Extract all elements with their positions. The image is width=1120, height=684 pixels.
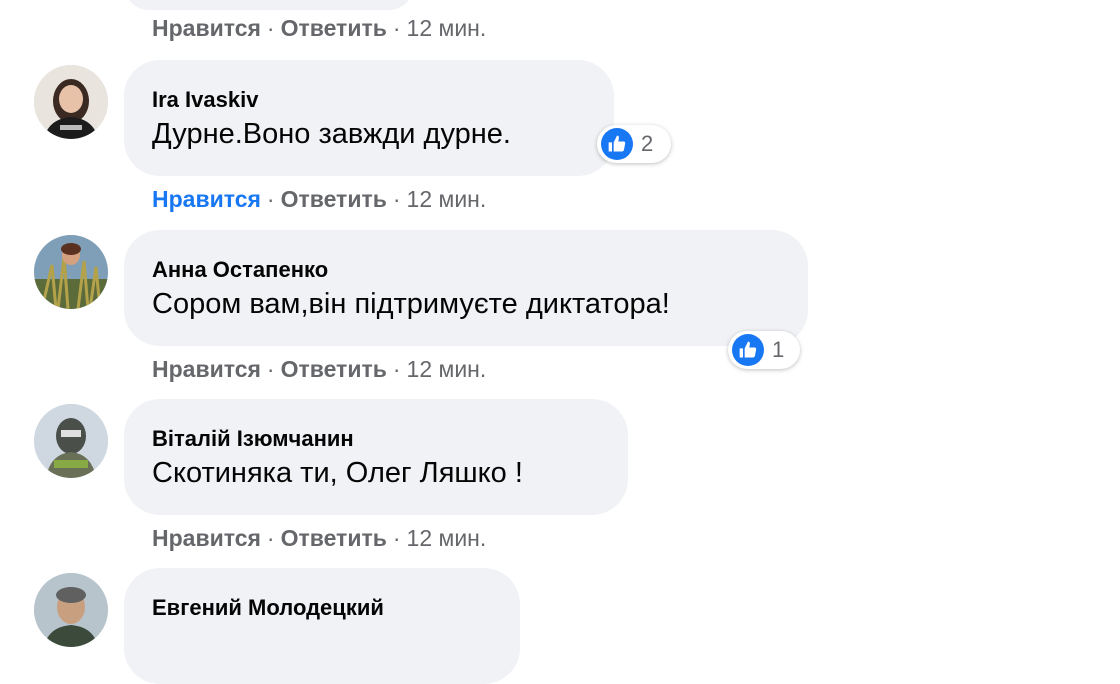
comment-actions: Нравится · Ответить · 12 мин. bbox=[152, 356, 486, 383]
separator-dot: · bbox=[392, 15, 401, 41]
commenter-name[interactable]: Анна Остапенко bbox=[152, 257, 328, 283]
reply-button[interactable]: Ответить bbox=[281, 525, 387, 551]
reaction-count: 2 bbox=[641, 131, 654, 156]
avatar[interactable] bbox=[34, 573, 108, 647]
commenter-name[interactable]: Ira Ivaskiv bbox=[152, 87, 258, 113]
separator-dot: · bbox=[266, 15, 275, 41]
comment-timestamp[interactable]: 12 мин. bbox=[407, 356, 487, 382]
like-reaction-icon bbox=[601, 128, 633, 160]
commenter-name[interactable]: Евгений Молодецкий bbox=[152, 595, 384, 621]
avatar[interactable] bbox=[34, 235, 108, 309]
like-reaction-icon bbox=[732, 334, 764, 366]
reaction-count: 1 bbox=[772, 337, 785, 362]
like-button[interactable]: Нравится bbox=[152, 186, 261, 212]
separator-dot: · bbox=[266, 186, 275, 212]
reply-button[interactable]: Ответить bbox=[281, 186, 387, 212]
comment-bubble: Анна Остапенко Сором вам,він підтримуєте… bbox=[124, 230, 808, 346]
comment-timestamp[interactable]: 12 мин. bbox=[407, 525, 487, 551]
reply-button[interactable]: Ответить bbox=[281, 15, 387, 41]
avatar[interactable] bbox=[34, 65, 108, 139]
separator-dot: · bbox=[392, 525, 401, 551]
comment-text: Скотиняка ти, Олег Ляшко ! bbox=[152, 457, 523, 489]
comment-text: Сором вам,він підтримуєте диктатора! bbox=[152, 288, 670, 320]
comment-actions: Нравится · Ответить · 12 мин. bbox=[152, 15, 486, 42]
separator-dot: · bbox=[266, 356, 275, 382]
like-button[interactable]: Нравится bbox=[152, 15, 261, 41]
comment-actions: Нравится · Ответить · 12 мин. bbox=[152, 525, 486, 552]
like-button[interactable]: Нравится bbox=[152, 525, 261, 551]
comment-timestamp[interactable]: 12 мин. bbox=[407, 186, 487, 212]
comment-bubble: Ira Ivaskiv Дурне.Воно завжди дурне. bbox=[124, 60, 614, 176]
separator-dot: · bbox=[392, 356, 401, 382]
commenter-name[interactable]: Віталій Ізюмчанин bbox=[152, 426, 354, 452]
separator-dot: · bbox=[266, 525, 275, 551]
avatar[interactable] bbox=[34, 404, 108, 478]
comment-bubble: Евгений Молодецкий bbox=[124, 568, 520, 684]
comment-timestamp[interactable]: 12 мин. bbox=[407, 15, 487, 41]
reaction-badge[interactable]: 1 bbox=[728, 331, 800, 369]
separator-dot: · bbox=[392, 186, 401, 212]
reply-button[interactable]: Ответить bbox=[281, 356, 387, 382]
like-button[interactable]: Нравится bbox=[152, 356, 261, 382]
reaction-badge[interactable]: 2 bbox=[597, 125, 671, 163]
comment-actions: Нравится · Ответить · 12 мин. bbox=[152, 186, 486, 213]
comment-bubble-partial bbox=[124, 0, 414, 10]
comment-bubble: Віталій Ізюмчанин Скотиняка ти, Олег Ляш… bbox=[124, 399, 628, 515]
comment-text: Дурне.Воно завжди дурне. bbox=[152, 118, 511, 150]
